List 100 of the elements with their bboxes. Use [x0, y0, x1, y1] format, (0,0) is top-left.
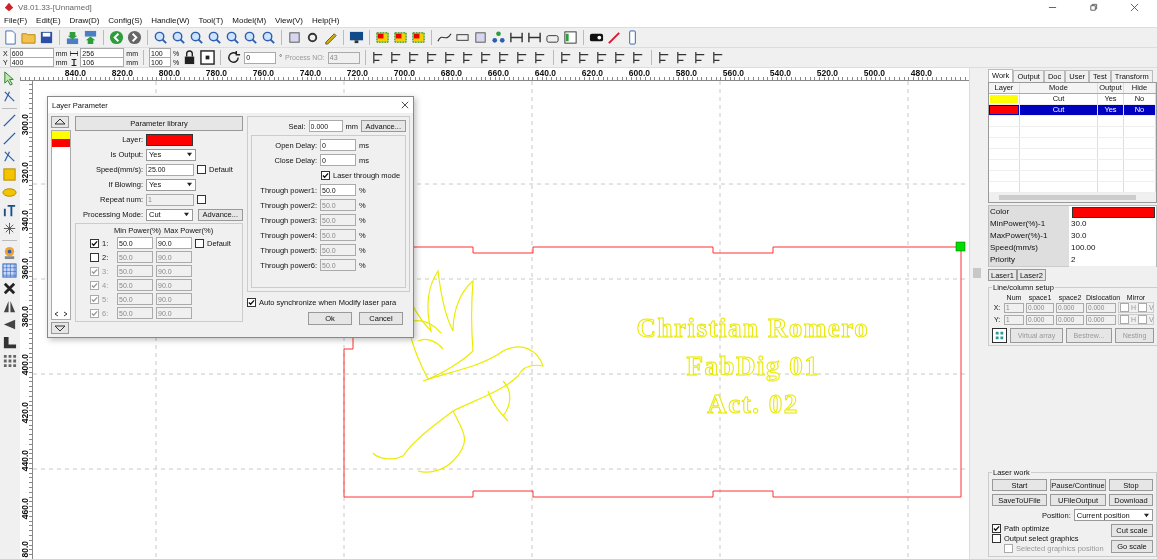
- checkbox[interactable]: [195, 238, 204, 248]
- checkbox[interactable]: [1120, 315, 1129, 324]
- property-label: Priority: [989, 254, 1069, 267]
- export-icon[interactable]: [83, 30, 98, 45]
- text-icon[interactable]: [2, 203, 18, 218]
- menu-item[interactable]: Tool(T): [198, 16, 224, 25]
- array-grid-button[interactable]: [992, 328, 1007, 343]
- layer-swatch[interactable]: [52, 139, 70, 147]
- checkbox[interactable]: [90, 252, 99, 262]
- star-icon[interactable]: [2, 221, 18, 236]
- checkbox[interactable]: [321, 170, 330, 180]
- property-value[interactable]: 2: [1069, 254, 1156, 267]
- menu-item[interactable]: Model(M): [232, 16, 267, 25]
- ruler-label: 500.0: [862, 68, 886, 80]
- menu-item[interactable]: Config(S): [108, 16, 143, 25]
- mirror-icon[interactable]: [2, 299, 18, 314]
- menu-item[interactable]: View(V): [275, 16, 303, 25]
- checkbox[interactable]: [1138, 303, 1148, 312]
- ruler-label: 380.0: [20, 306, 30, 328]
- ruler-label: 780.0: [204, 68, 228, 80]
- ruler-label: 520.0: [815, 68, 839, 80]
- outline-text: Act. 02: [707, 388, 799, 421]
- width-icon[interactable]: [509, 30, 524, 45]
- horizontal-scrollbar[interactable]: [989, 193, 1156, 202]
- menu-item[interactable]: File(F): [4, 16, 28, 25]
- checkbox[interactable]: [1138, 315, 1148, 324]
- ruler-label: 560.0: [721, 68, 745, 80]
- panel-icon[interactable]: [563, 30, 578, 45]
- menu-item[interactable]: Help(H): [311, 16, 340, 25]
- zoom-in-icon[interactable]: [153, 30, 168, 45]
- back-icon[interactable]: [109, 30, 124, 45]
- ruler-label: 740.0: [298, 68, 322, 80]
- ruler-label: 400.0: [20, 354, 30, 376]
- zoom-out-icon[interactable]: [189, 30, 204, 45]
- dots-icon[interactable]: [491, 30, 506, 45]
- checkbox[interactable]: [992, 534, 1001, 543]
- scroll-up-button[interactable]: [51, 116, 69, 128]
- mirror-icon[interactable]: [2, 317, 18, 332]
- layer-color-swatch[interactable]: [146, 133, 193, 146]
- restore-button[interactable]: [1089, 2, 1098, 12]
- ruler-label: 600.0: [627, 68, 651, 80]
- forward-icon[interactable]: [127, 30, 142, 45]
- zoom-icon[interactable]: [225, 30, 240, 45]
- ruler-label: 680.0: [439, 68, 463, 80]
- ruler-label: 440.0: [20, 450, 30, 472]
- zoom-icon[interactable]: [243, 30, 258, 45]
- ruler-label: 340.0: [20, 210, 30, 232]
- window-title: V8.01.33-[Unnamed]: [18, 2, 92, 12]
- scroll-arrows-icon[interactable]: [54, 311, 68, 317]
- ruler-label: 460.0: [20, 498, 30, 520]
- square-icon[interactable]: [473, 30, 488, 45]
- checkbox[interactable]: [992, 524, 1001, 533]
- checkbox[interactable]: [247, 298, 256, 307]
- pencil-icon[interactable]: [323, 30, 338, 45]
- caret-icon: [186, 152, 193, 157]
- scroll-down-button[interactable]: [51, 322, 69, 334]
- ruler-label: 720.0: [345, 68, 369, 80]
- line-icon[interactable]: [2, 113, 18, 128]
- close-button[interactable]: [1130, 2, 1139, 12]
- checkbox[interactable]: [1120, 303, 1129, 312]
- close-button[interactable]: [401, 101, 409, 109]
- delete-icon[interactable]: [2, 281, 18, 296]
- ruler-label: 620.0: [580, 68, 604, 80]
- ruler-label: 580.0: [674, 68, 698, 80]
- ruler-label: 360.0: [20, 258, 30, 280]
- outline-text: FabDig 01: [686, 350, 820, 384]
- ruler-label: 540.0: [768, 68, 792, 80]
- monitor-icon[interactable]: [349, 30, 364, 45]
- ruler-label: 660.0: [486, 68, 510, 80]
- layer-icon[interactable]: [393, 30, 408, 45]
- width-icon: [70, 49, 79, 57]
- caret-icon: [182, 212, 190, 217]
- zoom-icon[interactable]: [171, 30, 186, 45]
- ruler-label: 420.0: [20, 402, 30, 424]
- layer-icon[interactable]: [375, 30, 390, 45]
- line-icon[interactable]: [2, 131, 18, 146]
- rotate-icon[interactable]: [226, 50, 242, 65]
- caret-icon: [186, 182, 193, 187]
- handle-marker[interactable]: [955, 241, 966, 252]
- import-icon[interactable]: [65, 30, 80, 45]
- checkbox[interactable]: [197, 165, 206, 174]
- ruler-label: 80.0: [20, 541, 30, 558]
- wand-icon[interactable]: [607, 30, 622, 45]
- new-file-icon[interactable]: [3, 30, 18, 45]
- menu-item[interactable]: Draw(D): [69, 16, 100, 25]
- menu-item[interactable]: Edit(E): [36, 16, 61, 25]
- outline-text: Christian Romero: [636, 312, 870, 345]
- zoom-icon[interactable]: [261, 30, 276, 45]
- color-swatch[interactable]: [1072, 207, 1155, 218]
- layer-swatch[interactable]: [52, 131, 70, 139]
- array-icon[interactable]: [2, 353, 18, 368]
- ruler-label: 700.0: [392, 68, 416, 80]
- checkbox[interactable]: [90, 238, 99, 248]
- layer-icon[interactable]: [411, 30, 426, 45]
- align-icon[interactable]: [2, 335, 18, 350]
- ruler-label: 320.0: [20, 162, 30, 184]
- zoom-icon[interactable]: [207, 30, 222, 45]
- menu-item[interactable]: Handle(W): [151, 16, 190, 25]
- save-icon[interactable]: [39, 30, 54, 45]
- frame-icon[interactable]: [200, 50, 216, 65]
